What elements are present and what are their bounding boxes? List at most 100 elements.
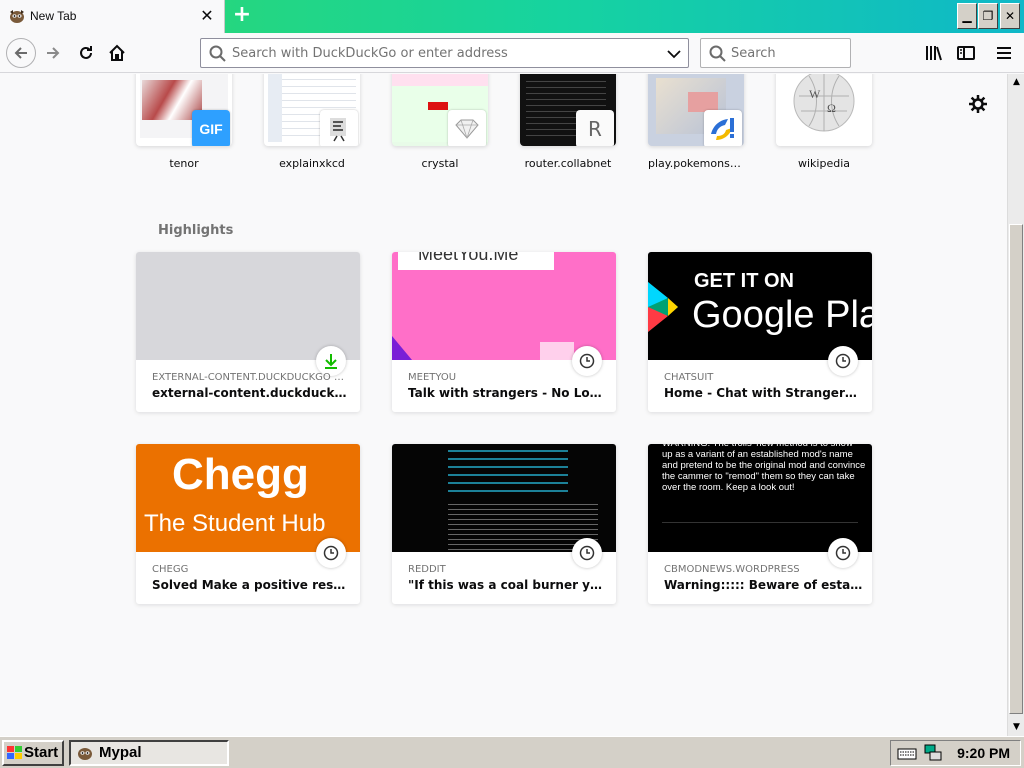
highlight-card[interactable]: GET IT ON Google Pla CHATSUIT Home - Cha… [648,252,872,412]
tab-close-icon[interactable]: ✕ [199,8,215,24]
card-title: Solved Make a positive response... [152,578,352,592]
letter-r-icon: R [576,110,614,146]
system-tray: 9:20 PM [890,740,1021,766]
top-site-pokemonshowdown[interactable]: play.pokemonsho... [648,74,744,170]
scroll-up-arrow-icon[interactable]: ▲ [1009,74,1024,90]
scroll-down-arrow-icon[interactable]: ▼ [1009,719,1024,735]
back-button[interactable] [6,38,36,68]
card-title: Home - Chat with Strangers in fr... [664,386,864,400]
card-source: EXTERNAL-CONTENT.DUCKDUCKGO — 3... [152,372,348,383]
top-site-label: wikipedia [797,157,850,170]
card-thumbnail [136,252,360,360]
tab-bar: New Tab ✕ + ▁ ❐ ✕ [0,0,1024,33]
chevron-down-icon[interactable] [666,48,682,60]
card-source: MEETYOU [408,372,457,383]
taskbar-item-mypal[interactable]: Mypal [69,740,229,766]
tab-new-tab[interactable]: New Tab ✕ [0,0,225,33]
top-site-wikipedia[interactable]: WΩ wikipedia [776,74,872,170]
highlight-card[interactable]: MeetYou.Me MEETYOU Talk with strangers -… [392,252,616,412]
keyboard-icon[interactable] [897,746,917,760]
highlights-heading: Highlights [158,223,234,238]
clock: 9:20 PM [957,745,1010,761]
card-source: CHEGG [152,564,189,575]
url-input[interactable] [232,39,652,67]
mypal-favicon-icon [78,748,92,760]
windows-logo-icon [7,746,22,759]
network-icon[interactable] [923,743,943,763]
svg-text:Ω: Ω [827,101,836,115]
xkcd-icon [320,110,358,146]
gif-icon: GIF [192,110,230,146]
top-site-thumbnail [648,74,744,146]
forward-arrow-icon [47,47,60,59]
vertical-scrollbar[interactable]: ▲ ▼ [1007,74,1024,736]
top-site-label: crystal [421,157,459,170]
restore-button[interactable]: ❐ [978,3,998,29]
card-thumbnail: Chegg The Student Hub [136,444,360,552]
reload-icon [80,46,92,59]
highlight-card[interactable]: WARNING: The trolls' new method is to sh… [648,444,872,604]
minimize-button[interactable]: ▁ [957,3,977,29]
new-tab-plus-icon[interactable]: + [231,4,253,27]
url-bar[interactable] [200,38,689,68]
search-bar[interactable] [700,38,851,68]
home-button[interactable] [103,39,131,67]
scrollbar-thumb[interactable] [1009,224,1023,714]
site-letter: R [588,117,602,141]
start-label: Start [24,744,59,761]
top-site-thumbnail: GIF [136,74,232,146]
thumb-text: Google Pla [692,294,872,336]
task-label: Mypal [99,744,142,761]
close-window-button[interactable]: ✕ [1000,3,1020,29]
sidebar-icon [957,46,975,60]
start-button[interactable]: Start [2,740,64,766]
new-tab-content: GIF tenor explainxkcd crystal R router.c… [0,74,1007,736]
hamburger-menu-icon [997,47,1011,59]
card-title: Warning::::: Beware of establishe... [664,578,864,592]
forward-button[interactable] [39,39,67,67]
card-thumbnail: MeetYou.Me [392,252,616,360]
gear-icon[interactable] [968,94,988,114]
card-source: REDDIT [408,564,446,575]
card-title: "If this was a coal burner you'll fi... [408,578,608,592]
search-icon [709,45,726,62]
card-source: CBMODNEWS.WORDPRESS [664,564,800,575]
card-thumbnail [392,444,616,552]
home-icon [109,44,125,61]
top-site-label: router.collabnet [524,157,612,170]
top-site-router-collabnet[interactable]: R router.collabnet [520,74,616,170]
diamond-icon [448,110,486,146]
top-site-thumbnail [392,74,488,146]
svg-text:W: W [809,87,821,101]
thumb-text: GET IT ON [694,270,794,292]
top-site-explainxkcd[interactable]: explainxkcd [264,74,360,170]
library-icon [926,46,942,61]
top-site-label: play.pokemonsho... [648,157,744,170]
highlight-card[interactable]: Chegg The Student Hub CHEGG Solved Make … [136,444,360,604]
top-site-crystal[interactable]: crystal [392,74,488,170]
top-site-thumbnail [264,74,360,146]
top-site-label: explainxkcd [279,157,345,170]
reload-button[interactable] [72,39,100,67]
back-arrow-icon [14,47,27,59]
menu-button[interactable] [990,39,1018,67]
search-icon [209,45,226,62]
search-input[interactable] [731,39,846,67]
navigation-toolbar [0,33,1024,73]
taskbar: Start Mypal 9:20 PM [0,736,1024,768]
thumb-text: The Student Hub [144,510,326,537]
wikipedia-globe-icon: WΩ [776,74,872,146]
top-site-tenor[interactable]: GIF tenor [136,74,232,170]
thumb-text: WARNING: The trolls' new method is to sh… [662,444,866,493]
highlight-card[interactable]: EXTERNAL-CONTENT.DUCKDUCKGO — 3... exter… [136,252,360,412]
card-thumbnail: GET IT ON Google Pla [648,252,872,360]
thumb-text: MeetYou.Me [418,252,519,264]
card-title: Talk with strangers - No Login - ... [408,386,608,400]
top-site-label: tenor [169,157,199,170]
tab-title: New Tab [30,9,77,23]
library-button[interactable] [920,39,948,67]
card-thumbnail: WARNING: The trolls' new method is to sh… [648,444,872,552]
sidebar-toggle-button[interactable] [952,39,980,67]
top-site-thumbnail: R [520,74,616,146]
highlight-card[interactable]: REDDIT "If this was a coal burner you'll… [392,444,616,604]
